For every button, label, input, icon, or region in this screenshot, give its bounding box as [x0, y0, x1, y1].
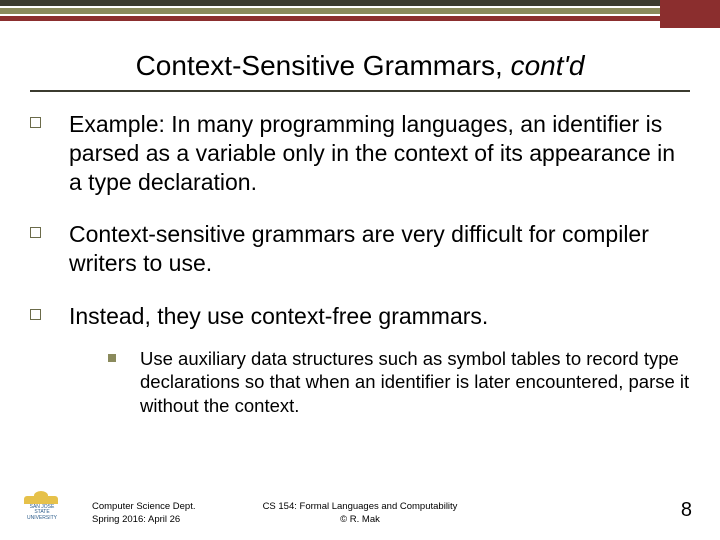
bullet-marker-icon: [30, 309, 41, 320]
bullet-item: Instead, they use context-free grammars.: [30, 302, 690, 331]
sub-bullet-text: Use auxiliary data structures such as sy…: [140, 347, 690, 418]
footer-course: CS 154: Formal Languages and Computabili…: [0, 501, 720, 513]
slide-footer: SAN JOSE STATE UNIVERSITY Computer Scien…: [0, 486, 720, 526]
bullet-item: Example: In many programming languages, …: [30, 110, 690, 196]
decorative-top-bars: [0, 0, 720, 21]
bullet-marker-icon: [30, 227, 41, 238]
slide-title: Context-Sensitive Grammars, cont'd: [0, 50, 720, 82]
bullet-item: Context-sensitive grammars are very diff…: [30, 220, 690, 278]
title-main: Context-Sensitive Grammars,: [136, 50, 511, 81]
bullet-text: Context-sensitive grammars are very diff…: [69, 220, 690, 278]
title-emph: cont'd: [511, 50, 585, 81]
page-number: 8: [681, 499, 692, 522]
bullet-text: Example: In many programming languages, …: [69, 110, 690, 196]
bullet-marker-icon: [30, 117, 41, 128]
sub-bullet-item: Use auxiliary data structures such as sy…: [108, 347, 690, 418]
title-underline: [30, 90, 690, 92]
sub-bullet-marker-icon: [108, 354, 116, 362]
bullet-text: Instead, they use context-free grammars.: [69, 302, 488, 331]
footer-center: CS 154: Formal Languages and Computabili…: [0, 501, 720, 526]
slide-content: Example: In many programming languages, …: [30, 110, 690, 418]
footer-copyright: © R. Mak: [0, 514, 720, 526]
